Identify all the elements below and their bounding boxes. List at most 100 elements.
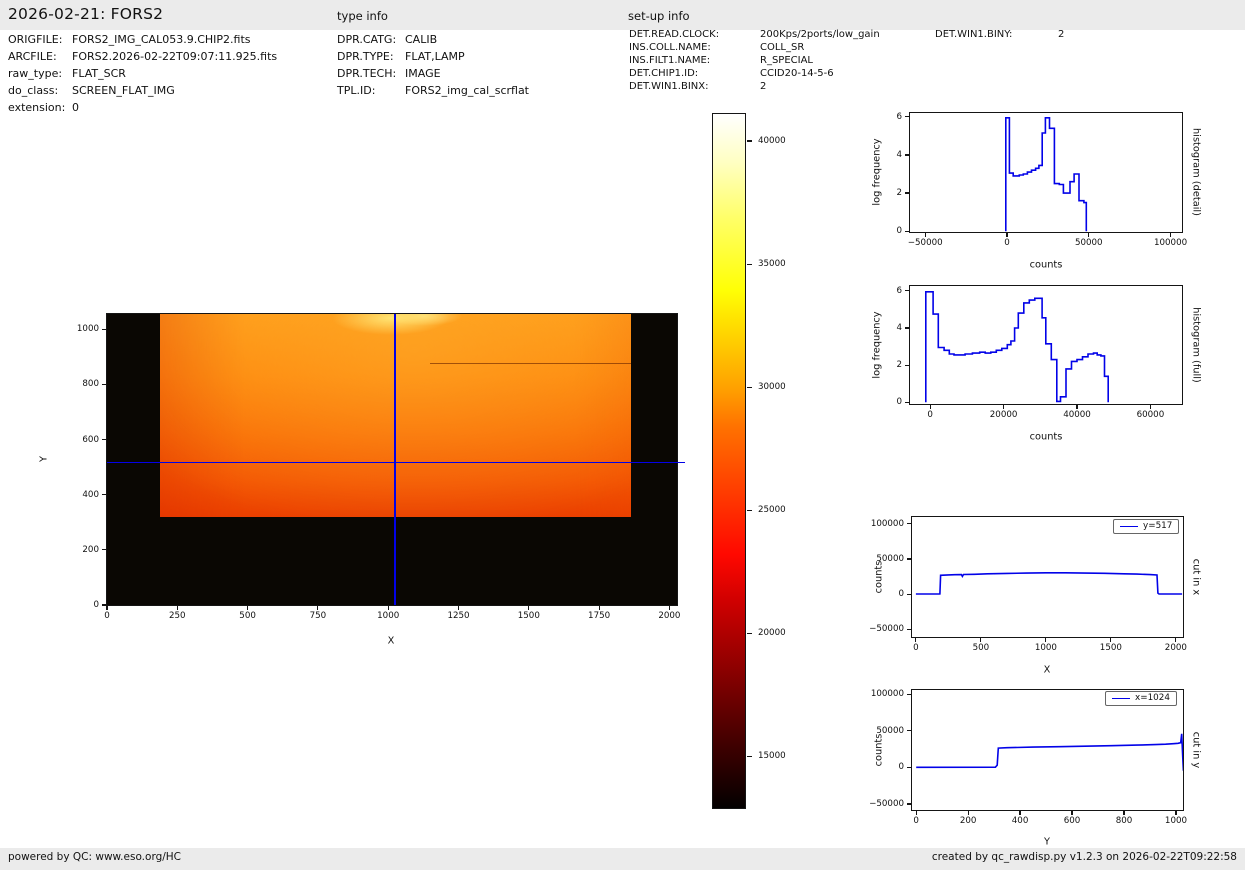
colorbar-tick-mark — [747, 755, 752, 757]
info-value: FLAT,LAMP — [405, 50, 465, 63]
info-row: DET.CHIP1.ID: CCID20-14-5-6 — [629, 68, 880, 81]
info-label: TPL.ID: — [337, 84, 376, 97]
data-line-svg — [916, 733, 1183, 772]
x-tick-mark — [247, 606, 249, 610]
info-value: CALIB — [405, 33, 438, 46]
colorbar-tick-mark — [747, 509, 752, 511]
x-tick-label: 600 — [1063, 816, 1081, 826]
colorbar-tick-label: 15000 — [758, 751, 786, 762]
info-value: CCID20-14-5-6 — [760, 67, 834, 79]
histogram-detail-plot — [909, 112, 1183, 233]
cut-y-xaxis-label: Y — [1044, 836, 1050, 848]
detector-artifact-line — [430, 362, 631, 364]
x-tick-label: 1500 — [517, 611, 540, 621]
x-tick-mark — [980, 638, 982, 642]
info-label: INS.FILT1.NAME: — [629, 54, 711, 66]
info-label: ORIGFILE: — [8, 33, 63, 46]
y-tick-mark — [907, 628, 911, 630]
series-line — [915, 571, 1183, 595]
info-value: IMAGE — [405, 67, 441, 80]
colorbar — [712, 113, 746, 809]
x-tick-mark — [1006, 233, 1008, 237]
colorbar-tick-label: 25000 — [758, 505, 786, 516]
info-value: COLL_SR — [760, 41, 805, 53]
info-row: TPL.ID: FORS2_img_cal_scrflat — [337, 82, 529, 99]
x-tick-mark — [1169, 233, 1172, 237]
y-tick-label: 6 — [896, 111, 902, 122]
y-tick-label: 2 — [896, 360, 902, 371]
x-tick-mark — [317, 606, 319, 610]
info-row: DET.READ.CLOCK: 200Kps/2ports/low_gain — [629, 29, 880, 42]
info-label: raw_type: — [8, 67, 63, 80]
y-tick-label: −50000 — [869, 798, 904, 809]
colorbar-tick-mark — [747, 386, 752, 388]
histogram-full-plot — [909, 285, 1183, 405]
info-label: DET.READ.CLOCK: — [629, 29, 720, 40]
info-value: R_SPECIAL — [760, 54, 813, 66]
y-tick-mark — [102, 383, 106, 385]
x-tick-mark — [1088, 233, 1090, 237]
x-tick-label: 1750 — [588, 611, 611, 621]
info-value: 2 — [1058, 29, 1065, 40]
hist-full-xaxis-label: counts — [1029, 431, 1063, 443]
x-tick-label: 2000 — [1164, 643, 1187, 653]
info-label: do_class: — [8, 84, 59, 97]
file-info-block: ORIGFILE: FORS2_IMG_CAL053.9.CHIP2.fits AR… — [8, 31, 277, 116]
y-tick-mark — [905, 327, 909, 329]
y-tick-mark — [907, 766, 911, 768]
x-tick-label: 250 — [169, 611, 186, 621]
series-line — [916, 733, 1183, 772]
info-value: 0 — [72, 101, 79, 114]
y-tick-mark — [907, 523, 911, 525]
qc-report-page: 2026-02-21: FORS2 type info set-up info … — [0, 0, 1245, 870]
hist-detail-xaxis-label: counts — [1029, 259, 1063, 271]
y-tick-mark — [905, 230, 909, 232]
x-tick-label: 200 — [959, 816, 977, 826]
y-tick-mark — [102, 328, 106, 330]
colorbar-tick-label: 40000 — [758, 136, 786, 147]
colorbar-tick-label: 20000 — [758, 628, 786, 639]
type-info-block: DPR.CATG: CALIB DPR.TYPE: FLAT,LAMP DPR.TECH… — [337, 31, 529, 99]
cut-x-xaxis-label: X — [1043, 664, 1051, 676]
y-tick-mark — [905, 192, 909, 194]
info-row: INS.COLL.NAME: COLL_SR — [629, 42, 880, 55]
x-tick-label: 20000 — [989, 410, 1018, 420]
info-label: DPR.TYPE: — [337, 50, 394, 63]
main-xaxis-label: X — [387, 635, 395, 647]
setup-info-block-2: DET.WIN1.BINY: 2 — [935, 29, 1064, 42]
y-tick-label: 4 — [896, 322, 902, 333]
info-row: do_class: SCREEN_FLAT_IMG — [8, 82, 277, 99]
y-tick-mark — [905, 116, 909, 118]
page-title: 2026-02-21: FORS2 — [8, 5, 164, 23]
info-row: ARCFILE: FORS2.2026-02-22T09:07:11.925.fi… — [8, 48, 277, 65]
info-label: DPR.TECH: — [337, 67, 397, 80]
y-tick-label: 1000 — [76, 324, 99, 335]
x-tick-mark — [598, 606, 600, 610]
legend-line-sample — [1112, 697, 1130, 699]
x-tick-mark — [929, 405, 931, 409]
y-tick-label: 0 — [898, 762, 904, 773]
x-tick-mark — [915, 638, 917, 642]
info-label: DET.WIN1.BINY: — [935, 29, 1013, 40]
header-bar — [0, 0, 1245, 30]
info-value: FORS2_img_cal_scrflat — [405, 84, 529, 97]
y-tick-label: 100000 — [870, 518, 904, 529]
x-tick-label: 1000 — [377, 611, 400, 621]
x-tick-mark — [106, 606, 108, 610]
y-tick-mark — [905, 290, 909, 292]
x-tick-mark — [528, 606, 530, 610]
info-row: DET.WIN1.BINX: 2 — [629, 81, 880, 94]
colorbar-tick-label: 30000 — [758, 382, 786, 393]
x-tick-mark — [1175, 638, 1177, 642]
x-tick-label: 1000 — [1034, 643, 1057, 653]
y-tick-label: 0 — [896, 226, 902, 237]
x-tick-label: 0 — [913, 816, 919, 826]
series-line — [1005, 117, 1088, 232]
info-label: DPR.CATG: — [337, 33, 397, 46]
y-tick-label: 0 — [898, 589, 904, 600]
data-line-svg — [925, 291, 1109, 403]
cut-in-x-plot — [911, 516, 1184, 638]
x-tick-mark — [387, 606, 389, 610]
colorbar-tick-mark — [747, 263, 752, 265]
y-tick-mark — [102, 494, 106, 496]
